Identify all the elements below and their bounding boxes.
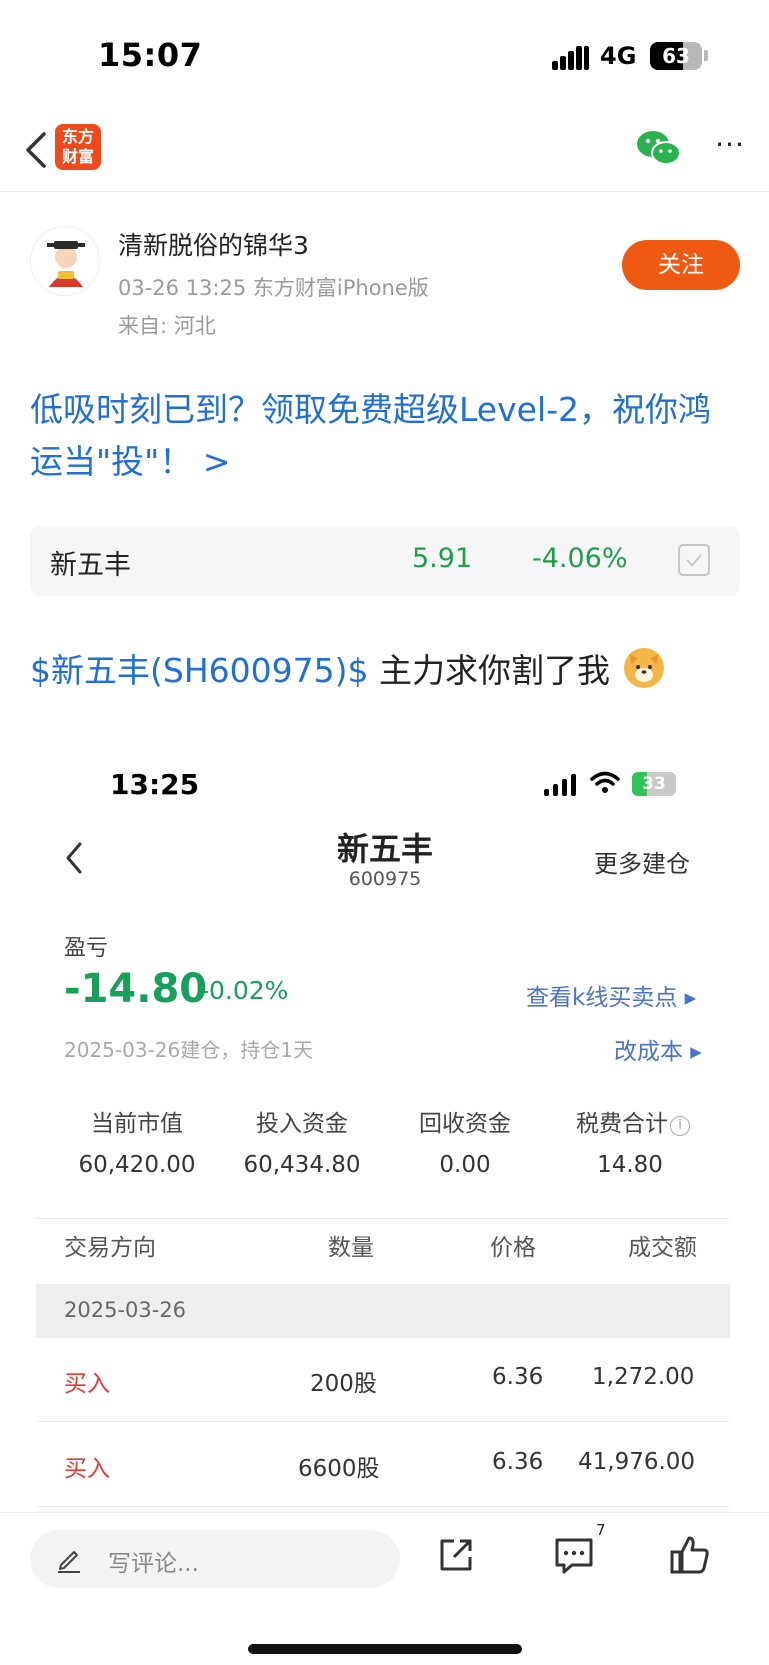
share-icon[interactable] [434, 1533, 478, 1577]
pnl-value: -14.80 [64, 966, 208, 1012]
dog-face-emoji-icon [624, 648, 665, 688]
battery-cap [704, 50, 708, 61]
holding-info: 2025-03-26建仓，持仓1天 [64, 1038, 313, 1062]
promo-link[interactable]: 低吸时刻已到？领取免费超级Level-2，祝你鸿运当"投"！ > [30, 384, 740, 488]
screenshot-stock-code: 600975 [348, 868, 422, 890]
watchlist-check-icon[interactable] [678, 544, 710, 576]
stock-quote-card[interactable]: 新五丰 5.91 -4.06% [30, 526, 740, 596]
edit-cost-link: 改成本 ▸ [614, 1039, 702, 1065]
table-row: 买入 6600股 6.36 41,976.00 [36, 1423, 730, 1507]
table-row: 买入 200股 6.36 1,272.00 [36, 1338, 730, 1422]
trade-amount: 41,976.00 [578, 1449, 696, 1475]
trade-quantity: 6600股 [298, 1456, 380, 1482]
screenshot-more-positions: 更多建仓 [594, 850, 690, 878]
app-logo: 东方 财富 [55, 124, 101, 170]
like-thumbs-up-icon[interactable] [668, 1533, 712, 1577]
avatar-image [47, 241, 85, 287]
stat-label: 投入资金 [256, 1111, 348, 1137]
status-bar: 15:07 4G 63 [0, 0, 769, 110]
stat-value: 0.00 [439, 1152, 491, 1178]
more-options-icon[interactable]: ··· [710, 130, 750, 166]
pen-icon [58, 1551, 80, 1573]
logo-line-1: 东方 [61, 127, 94, 146]
wechat-share-icon[interactable] [636, 128, 682, 168]
stat-value: 14.80 [597, 1152, 663, 1178]
author-name[interactable]: 清新脱俗的锦华3 [118, 226, 309, 262]
stock-price: 5.91 [412, 543, 473, 574]
stat-label: 当前市值 [91, 1111, 183, 1137]
stat-label-tax: 税费合计 i [548, 1104, 718, 1138]
table-date-group: 2025-03-26 [36, 1284, 730, 1338]
comment-input[interactable]: 写评论... [30, 1530, 400, 1588]
stat-label: 税费合计 [576, 1111, 668, 1137]
stat-value: 60,420.00 [78, 1152, 196, 1178]
battery-icon: 63 [650, 42, 702, 70]
trade-date: 2025-03-26 [64, 1298, 187, 1322]
trade-quantity: 200股 [310, 1371, 377, 1397]
screenshot-battery-icon: 33 [632, 772, 676, 796]
logo-line-2: 财富 [61, 147, 94, 166]
stat-value: 60,434.80 [243, 1152, 361, 1178]
post-meta: 03-26 13:25 东方财富iPhone版 [118, 276, 429, 300]
table-header: 交易方向 [64, 1235, 156, 1261]
author-avatar[interactable] [30, 226, 100, 296]
post-content: $新五丰(SH600975)$ 主力求你割了我 [30, 644, 665, 692]
cellular-signal-icon [552, 44, 590, 70]
stock-name: 新五丰 [50, 550, 131, 581]
table-header: 成交额 [628, 1235, 697, 1261]
status-time: 15:07 [98, 36, 203, 74]
trade-direction: 买入 [64, 1371, 110, 1397]
comment-icon[interactable] [552, 1533, 596, 1577]
stock-change-percent: -4.06% [532, 543, 628, 574]
top-navigation: 东方 财富 ··· [0, 110, 769, 192]
stock-tag-link[interactable]: $新五丰(SH600975)$ [30, 651, 368, 690]
table-header: 数量 [328, 1235, 374, 1261]
divider [36, 1218, 730, 1219]
attached-screenshot[interactable]: 13:25 33 新五丰 600975 更多建仓 盈亏 -14.80 -0.02… [0, 740, 769, 1515]
post-body-text: 主力求你割了我 [378, 651, 610, 690]
bottom-action-bar: 写评论... 7 [0, 1512, 769, 1665]
stat-label: 回收资金 [419, 1111, 511, 1137]
table-header: 价格 [490, 1235, 536, 1261]
post-location: 来自: 河北 [118, 314, 216, 338]
kline-link: 查看k线买卖点 ▸ [526, 985, 697, 1011]
screenshot-signal-icon [544, 774, 578, 796]
trade-direction: 买入 [64, 1456, 110, 1482]
screenshot-wifi-icon [590, 771, 620, 793]
back-arrow-icon[interactable] [18, 128, 54, 172]
pnl-percent: -0.02% [200, 976, 289, 1005]
info-icon: i [670, 1116, 690, 1136]
screenshot-status-time: 13:25 [110, 768, 200, 801]
trade-price: 6.36 [492, 1364, 544, 1390]
comment-count-badge: 7 [596, 1521, 606, 1539]
screenshot-stock-title: 新五丰 [336, 830, 433, 868]
trade-amount: 1,272.00 [592, 1364, 695, 1390]
screenshot-back-icon [66, 842, 82, 874]
home-indicator [248, 1644, 522, 1654]
battery-level: 63 [662, 44, 690, 68]
follow-button[interactable]: 关注 [622, 240, 740, 290]
comment-placeholder: 写评论... [108, 1551, 199, 1577]
pnl-label: 盈亏 [64, 936, 109, 961]
screenshot-battery-level: 33 [642, 774, 666, 794]
network-type: 4G [600, 42, 637, 70]
trade-price: 6.36 [492, 1449, 544, 1475]
